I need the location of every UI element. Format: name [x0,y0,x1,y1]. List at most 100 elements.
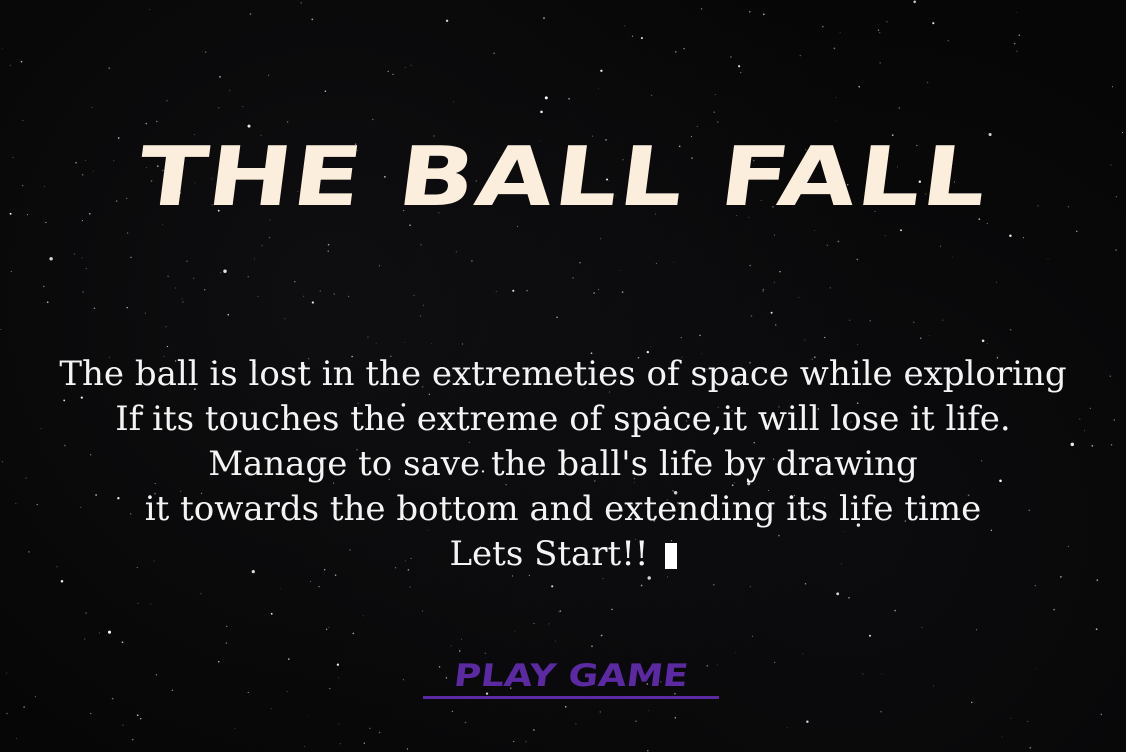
star [762,288,765,291]
star [93,307,96,310]
star [673,261,675,263]
star [319,290,321,292]
star [932,22,935,25]
star [597,289,599,291]
star [43,285,45,288]
star [362,615,364,617]
star [327,250,329,252]
star [270,612,273,615]
star [204,289,206,291]
story-text: The ball is lost in the extremeties of s… [0,352,1126,577]
star [84,638,86,640]
star [826,244,828,246]
star [700,8,703,10]
star [234,727,236,729]
star [558,611,560,613]
star [1018,34,1021,37]
star [339,743,341,745]
star [451,710,454,713]
star [462,343,464,345]
star [837,240,840,243]
star [774,234,776,236]
star [735,652,737,654]
star [171,689,174,691]
star [593,292,595,294]
star [149,8,151,11]
star [600,69,603,73]
star [464,721,467,724]
star [253,258,255,260]
star [352,632,355,635]
star [551,585,554,588]
star [655,262,657,264]
star [130,256,132,259]
star [600,634,603,637]
star [839,32,841,34]
star [219,76,221,78]
star [1013,42,1016,45]
star [284,318,286,320]
star [1100,713,1103,716]
star [46,301,49,304]
star [227,313,230,316]
star [310,580,312,582]
star [640,584,643,587]
star [1027,720,1029,722]
star [894,609,896,612]
star [621,291,624,293]
star [869,320,871,322]
star [1009,328,1012,331]
star [229,89,231,91]
star [884,235,886,237]
star [325,628,328,630]
star [121,641,124,644]
star [193,277,195,279]
star [814,230,815,231]
star [751,635,753,637]
star [372,118,374,121]
star [880,673,882,675]
star [249,13,252,15]
story-line: Lets Start!! [449,534,649,574]
star [554,640,556,642]
star [1047,258,1049,260]
star [328,626,330,628]
star [716,121,719,123]
star [624,25,626,27]
star [1095,628,1098,631]
star [0,329,2,330]
star [81,257,83,259]
star [493,52,495,54]
play-game-button[interactable]: PLAY GAME [423,655,719,699]
star [886,21,888,23]
star [404,67,406,68]
star [525,741,527,743]
star [6,712,8,715]
star [22,119,24,122]
star [696,125,698,127]
star [311,18,314,21]
star [975,629,978,631]
star [1009,234,1012,237]
star [1016,11,1018,13]
star [422,304,424,306]
star [804,582,807,585]
star [402,679,405,681]
star [2,48,3,49]
star [90,712,92,715]
star [579,262,581,264]
star [85,268,87,270]
star [762,290,764,292]
star [9,64,11,66]
star [940,245,942,247]
star [1022,237,1025,239]
star [848,319,851,322]
star [311,301,315,304]
star [131,738,134,741]
star [611,608,613,611]
star [1096,579,1099,582]
star [458,650,461,652]
star [337,677,339,679]
star [648,710,650,712]
star [166,345,169,348]
